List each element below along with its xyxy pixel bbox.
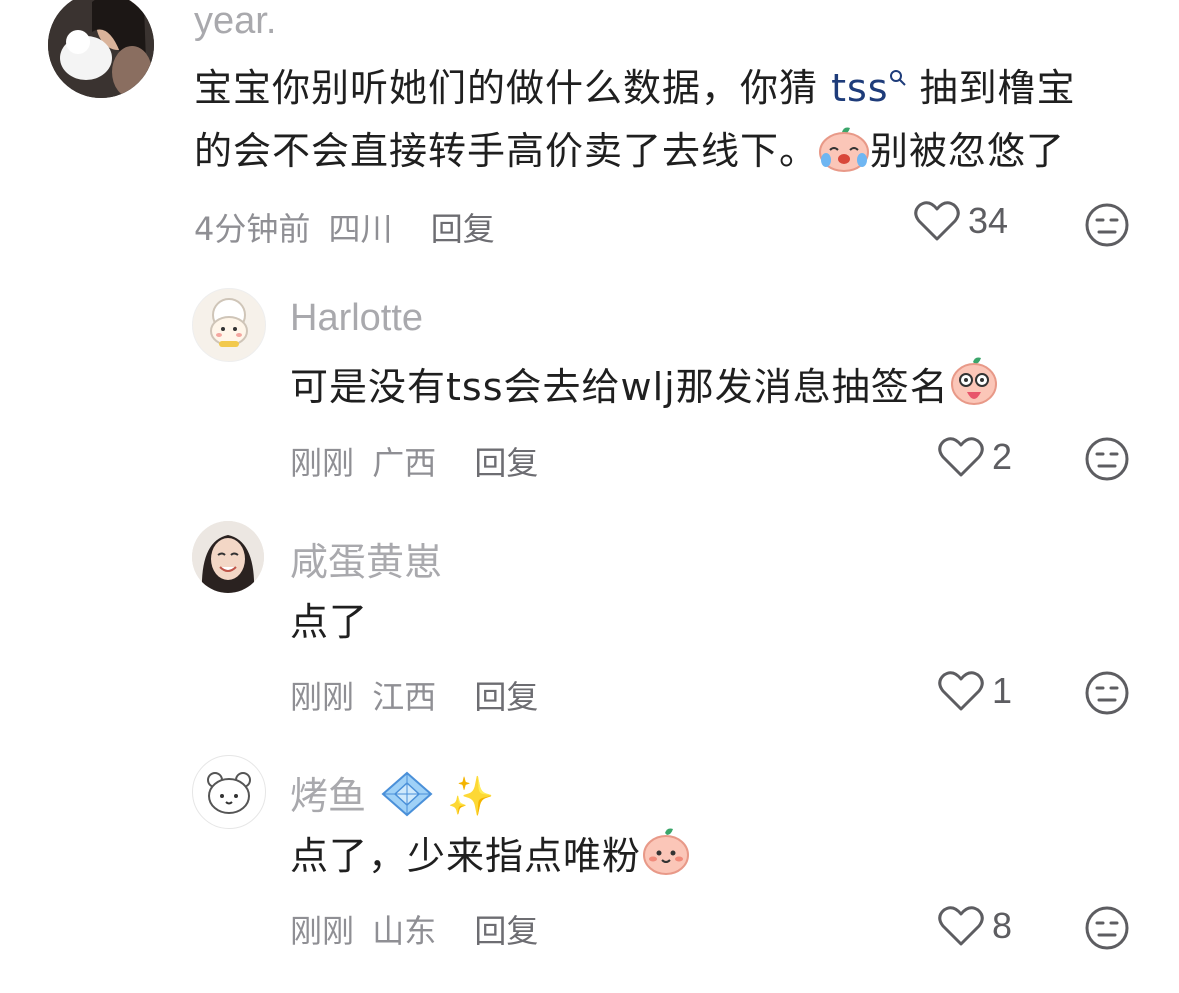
avatar[interactable] xyxy=(192,288,266,362)
like-button[interactable]: 34 xyxy=(914,200,1008,242)
dislike-face-icon[interactable] xyxy=(1084,436,1130,482)
reply-button[interactable]: 回复 xyxy=(474,678,538,716)
bear-avatar-icon xyxy=(207,772,251,814)
avatar[interactable] xyxy=(192,755,266,829)
comment-text: 点了 xyxy=(290,591,368,654)
comment-text-part: 的会不会直接转手高价卖了去线下。 xyxy=(194,129,819,173)
like-count: 1 xyxy=(992,670,1013,711)
username[interactable]: year. xyxy=(194,0,276,43)
avatar[interactable] xyxy=(48,0,154,98)
comment-text-part: 点了，少来指点唯粉 xyxy=(290,834,642,878)
like-count: 8 xyxy=(992,905,1013,946)
tongue-peach-emoji-icon xyxy=(950,357,997,405)
hashtag-label: tss xyxy=(831,66,889,110)
blue-diamond-badge-icon xyxy=(381,771,433,817)
like-button[interactable]: 2 xyxy=(938,436,1012,478)
comment-time: 刚刚 xyxy=(290,678,355,716)
comment-meta: 刚刚 广西 回复 xyxy=(290,438,538,484)
reply-button[interactable]: 回复 xyxy=(474,444,538,482)
comment-location: 江西 xyxy=(372,678,437,716)
dislike-face-icon[interactable] xyxy=(1084,670,1130,716)
username[interactable]: 烤鱼 ✨ xyxy=(290,765,494,820)
crying-peach-emoji-icon xyxy=(819,127,870,172)
username[interactable]: Harlotte xyxy=(290,297,423,340)
comment-time: 刚刚 xyxy=(290,444,355,482)
reply-button[interactable]: 回复 xyxy=(431,210,495,248)
smiling-peach-emoji-icon xyxy=(643,828,690,875)
comment-text: 可是没有tss会去给wlj那发消息抽签名 xyxy=(290,356,999,419)
comment-text-part: 别被忽悠了 xyxy=(870,129,1066,173)
comment-text-part: 点了 xyxy=(290,600,369,644)
dislike-face-icon[interactable] xyxy=(1084,905,1130,951)
comment-meta: 4分钟前 四川 回复 xyxy=(194,204,495,250)
username[interactable]: 咸蛋黄崽 xyxy=(290,531,442,586)
comment-text-part: 宝宝你别听她们的做什么数据，你猜 xyxy=(194,66,832,110)
avatar[interactable] xyxy=(192,521,264,593)
like-button[interactable]: 8 xyxy=(938,905,1012,947)
heart-icon xyxy=(938,437,984,477)
heart-icon xyxy=(938,671,984,711)
avatar-photo-icon xyxy=(48,0,154,98)
like-button[interactable]: 1 xyxy=(938,670,1012,712)
search-icon xyxy=(889,70,906,86)
comment-time: 4分钟前 xyxy=(194,210,311,248)
comment-time: 刚刚 xyxy=(290,912,355,950)
comment-text: 宝宝你别听她们的做什么数据，你猜 tss 抽到橹宝 的会不会直接转手高价卖了去线… xyxy=(194,57,1076,183)
heart-icon xyxy=(938,906,984,946)
dislike-face-icon[interactable] xyxy=(1084,202,1130,248)
comment-location: 四川 xyxy=(328,210,393,248)
comment-meta: 刚刚 山东 回复 xyxy=(290,906,538,952)
sheep-avatar-icon xyxy=(210,298,248,347)
comment-text: 点了，少来指点唯粉 xyxy=(290,825,691,888)
hashtag-link[interactable]: tss xyxy=(831,66,907,110)
comment-text-part: 可是没有tss会去给wlj那发消息抽签名 xyxy=(290,365,949,409)
comment-location: 广西 xyxy=(372,444,437,482)
like-count: 2 xyxy=(992,436,1013,477)
comment-location: 山东 xyxy=(372,912,437,950)
heart-icon xyxy=(914,201,960,241)
comment-meta: 刚刚 江西 回复 xyxy=(290,672,538,718)
like-count: 34 xyxy=(968,200,1009,241)
girl-photo-avatar-icon xyxy=(192,521,264,593)
username-label: 烤鱼 xyxy=(290,776,367,818)
sparkles-icon: ✨ xyxy=(447,776,495,818)
reply-button[interactable]: 回复 xyxy=(474,912,538,950)
comment-text-part: 抽到橹宝 xyxy=(906,66,1076,110)
